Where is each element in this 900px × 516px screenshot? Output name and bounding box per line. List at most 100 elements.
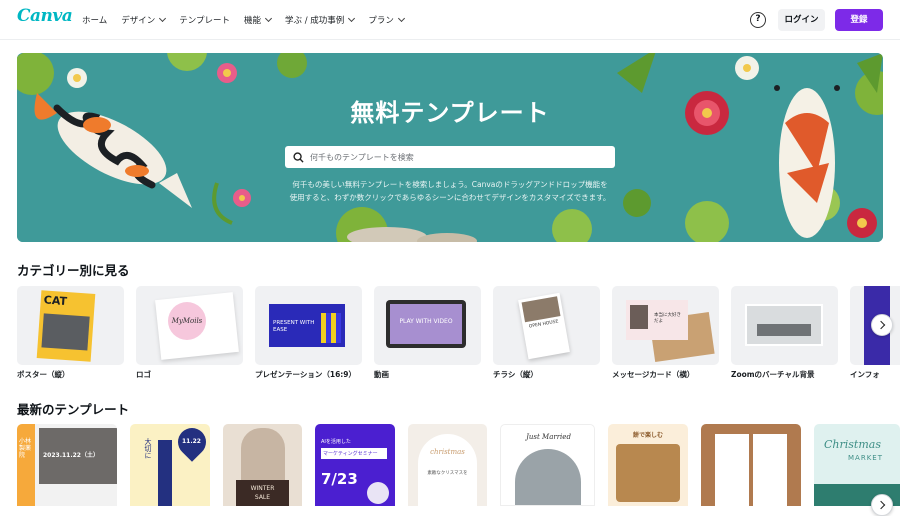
template-text-2: MARKET (848, 454, 883, 462)
category-label: チラシ（縦） (493, 370, 538, 379)
poster-preview: CAT (36, 290, 96, 362)
category-card-presentation[interactable]: PRESENT WITH EASE プレゼンテーション（16:9） (255, 286, 362, 380)
chevron-right-icon (876, 500, 886, 510)
category-thumb: PRESENT WITH EASE (255, 286, 362, 365)
nav-plans[interactable]: プラン (368, 14, 405, 26)
template-text: Christmas (824, 438, 881, 451)
nav-learn-label: 学ぶ / 成功事例 (285, 16, 345, 26)
template-text-2: 素敵なクリスマスを (427, 471, 468, 476)
chevron-down-icon (348, 14, 356, 23)
video-tablet-preview: PLAY WITH VIDEO (386, 300, 466, 348)
nav-features[interactable]: 機能 (244, 14, 273, 26)
category-card-message-card[interactable]: 本当に大好きだよ メッセージカード（横） (612, 286, 719, 380)
latest-section-title: 最新のテンプレート (17, 402, 130, 417)
zoom-background-preview (745, 304, 823, 346)
template-text: christmas (430, 448, 465, 456)
video-preview-text: PLAY WITH VIDEO (390, 304, 462, 344)
template-text: 餅で楽しむ (632, 432, 663, 439)
latest-carousel-next-button[interactable] (871, 494, 893, 516)
hero-desc-line1: 何千もの美しい無料テンプレートを検索しましょう。Canvaのドラッグアンドドロッ… (292, 180, 608, 189)
search-input[interactable] (310, 152, 600, 162)
nav-learn[interactable]: 学ぶ / 成功事例 (285, 14, 356, 26)
nav-templates[interactable]: テンプレート (179, 14, 230, 26)
paper-panel-left (715, 434, 749, 506)
category-label: ロゴ (136, 370, 151, 379)
template-card[interactable]: AIを活用した マーケティングセミナー 7/23 (315, 424, 395, 506)
category-card-logo[interactable]: MyMoils ロゴ (136, 286, 243, 380)
card-preview: 本当に大好きだよ (626, 300, 688, 340)
chevron-right-icon (876, 320, 886, 330)
template-card[interactable]: 小林製薬院 2023.11.22（土） (17, 424, 117, 506)
template-text-2: マーケティングセミナー (321, 448, 387, 459)
chevron-down-icon (397, 14, 405, 23)
meeting-table (757, 324, 811, 336)
signup-button[interactable]: 登録 (835, 9, 883, 31)
nav-design-label: デザイン (121, 16, 156, 26)
category-label: インフォ (850, 370, 880, 379)
template-text: 大切に (144, 438, 152, 459)
template-card[interactable]: christmas 素敵なクリスマスを (408, 424, 487, 506)
category-label: 動画 (374, 370, 389, 379)
category-label: プレゼンテーション（16:9） (255, 370, 357, 379)
hero-title: 無料テンプレート (350, 99, 550, 127)
template-card[interactable]: WINTER SALE (223, 424, 302, 506)
template-text: AIを活用した (321, 439, 351, 445)
template-search-bar[interactable] (285, 146, 615, 168)
category-card-flyer[interactable]: OPEN HOUSE チラシ（縦） (493, 286, 600, 380)
poster-preview-text: CAT (43, 293, 68, 308)
main-menu: ホーム デザイン テンプレート 機能 学ぶ / 成功事例 プラン (82, 0, 405, 40)
template-card[interactable] (701, 424, 801, 506)
template-date: 2023.11.22（土） (43, 452, 99, 459)
category-thumb: 本当に大好きだよ (612, 286, 719, 365)
template-card[interactable]: Just Married (500, 424, 595, 506)
logo-preview-text: MyMoils (171, 317, 203, 325)
hero-banner: 無料テンプレート 何千もの美しい無料テンプレートを検索しましょう。Canvaのド… (17, 53, 883, 242)
template-photo (616, 444, 680, 502)
poster-photo (41, 313, 90, 351)
presentation-preview: PRESENT WITH EASE (269, 304, 345, 347)
card-photo (630, 305, 648, 329)
category-card-zoom-background[interactable]: Zoomのバーチャル背景 (731, 286, 838, 380)
category-thumb: OPEN HOUSE (493, 286, 600, 365)
template-sale-box: WINTER SALE (236, 480, 289, 506)
nav-home[interactable]: ホーム (82, 14, 107, 26)
template-card[interactable]: 餅で楽しむ (608, 424, 688, 506)
nav-design[interactable]: デザイン (121, 14, 167, 26)
chevron-down-icon (159, 14, 167, 23)
template-date: 7/23 (321, 470, 358, 488)
category-thumb: CAT (17, 286, 124, 365)
card-preview-text: 本当に大好きだよ (654, 313, 681, 324)
category-thumb (731, 286, 838, 365)
template-card[interactable]: Christmas MARKET (814, 424, 900, 506)
bar-graphic (321, 313, 341, 343)
category-thumb: MyMoils (136, 286, 243, 365)
template-text: 小林製薬院 (19, 438, 32, 459)
template-text-2: SALE (254, 494, 271, 501)
chevron-down-icon (264, 14, 273, 23)
flyer-preview: OPEN HOUSE (518, 292, 570, 360)
category-card-video[interactable]: PLAY WITH VIDEO 動画 (374, 286, 481, 380)
nav-features-label: 機能 (244, 16, 262, 26)
template-date: 11.22 (182, 438, 201, 445)
top-nav: Canva ホーム デザイン テンプレート 機能 学ぶ / 成功事例 プラン ?… (0, 0, 900, 40)
nav-templates-label: テンプレート (179, 16, 231, 26)
logo-circle: MyMoils (168, 302, 206, 340)
category-thumb: PLAY WITH VIDEO (374, 286, 481, 365)
login-button[interactable]: ログイン (778, 9, 825, 31)
template-photo (515, 449, 581, 505)
category-section-title: カテゴリー別に見る (17, 263, 130, 278)
help-icon[interactable]: ? (750, 12, 766, 28)
nav-home-label: ホーム (82, 16, 108, 26)
hero-desc-line2: 使用すると、わずか数クリックであらゆるシーンに合わせてデザインをカスタマイズでき… (289, 193, 611, 202)
nav-plans-label: プラン (368, 16, 394, 26)
category-label: Zoomのバーチャル背景 (731, 370, 815, 379)
vertical-band (158, 440, 172, 506)
canva-logo[interactable]: Canva (17, 6, 73, 26)
template-text: WINTER (250, 485, 275, 492)
category-label: ポスター（縦） (17, 370, 70, 379)
template-text: Just Married (526, 433, 571, 441)
category-card-poster[interactable]: CAT ポスター（縦） (17, 286, 124, 380)
template-card[interactable]: 大切に 11.22 (130, 424, 210, 506)
category-carousel-next-button[interactable] (871, 314, 893, 336)
hero-description: 何千もの美しい無料テンプレートを検索しましょう。Canvaのドラッグアンドドロッ… (17, 178, 883, 204)
